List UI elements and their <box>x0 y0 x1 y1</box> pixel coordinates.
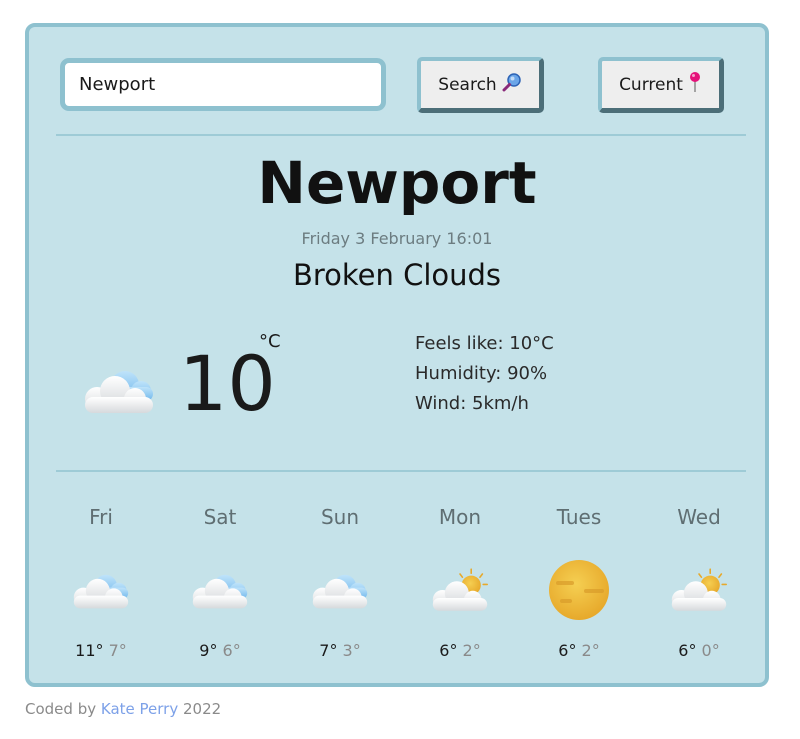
forecast-day-name: Mon <box>438 505 482 529</box>
forecast-max: 6° <box>678 641 697 660</box>
magnifying-glass-icon <box>502 72 522 97</box>
weather-details: Feels like: 10°C Humidity: 90% Wind: 5km… <box>415 329 554 419</box>
forecast-day-name: Wed <box>677 505 721 529</box>
forecast-temps: 7° 3° <box>280 641 400 660</box>
wind-speed: Wind: 5km/h <box>415 393 529 414</box>
weather-card: Search Current Newport Friday 3 February… <box>25 23 769 687</box>
forecast-temps: 6° 2° <box>519 641 639 660</box>
forecast-day-name: Sun <box>320 505 360 529</box>
broken-clouds-icon <box>41 555 161 625</box>
current-temperature: 10 <box>179 339 276 428</box>
forecast-day-name: Tues <box>556 505 602 529</box>
feels-like: Feels like: 10°C <box>415 333 554 354</box>
forecast-divider <box>56 470 746 472</box>
forecast-min: 3° <box>342 641 361 660</box>
forecast-max: 7° <box>319 641 338 660</box>
forecast-temps: 11° 7° <box>41 641 161 660</box>
forecast-max: 11° <box>75 641 104 660</box>
forecast-day: Sun 7° 3° <box>280 505 400 660</box>
city-search-input[interactable] <box>60 58 386 111</box>
broken-clouds-icon <box>160 555 280 625</box>
forecast-min: 2° <box>581 641 600 660</box>
current-location-button[interactable]: Current <box>598 57 724 113</box>
humidity: Humidity: 90% <box>415 363 548 384</box>
author-link[interactable]: Kate Perry <box>101 700 178 718</box>
footer: Coded by Kate Perry 2022 <box>25 700 221 718</box>
city-name: Newport <box>257 149 537 217</box>
forecast-temps: 6° 0° <box>639 641 759 660</box>
partly-sunny-icon <box>400 555 520 625</box>
search-button-label: Search <box>438 74 497 95</box>
forecast-temps: 9° 6° <box>160 641 280 660</box>
broken-clouds-icon <box>280 555 400 625</box>
forecast-max: 9° <box>199 641 218 660</box>
forecast-min: 0° <box>701 641 720 660</box>
forecast-day: Wed 6° 0° <box>639 505 759 660</box>
date-time: Friday 3 February 16:01 <box>301 229 493 248</box>
footer-year: 2022 <box>183 700 222 718</box>
forecast-min: 6° <box>222 641 241 660</box>
forecast-day: Fri 11° 7° <box>41 505 161 660</box>
weather-description: Broken Clouds <box>292 258 502 292</box>
top-divider <box>56 134 746 136</box>
forecast-max: 6° <box>558 641 577 660</box>
hazy-sun-icon <box>519 555 639 625</box>
forecast-max: 6° <box>439 641 458 660</box>
forecast-min: 7° <box>108 641 127 660</box>
current-button-label: Current <box>619 74 683 95</box>
search-button[interactable]: Search <box>417 57 544 113</box>
broken-clouds-icon <box>79 363 159 421</box>
forecast-min: 2° <box>462 641 481 660</box>
forecast-day: Mon 6° 2° <box>400 505 520 660</box>
forecast-day-name: Sat <box>203 505 237 529</box>
footer-prefix: Coded by <box>25 700 97 718</box>
temperature-unit: °C <box>259 331 281 352</box>
forecast-day: Tues 6° 2° <box>519 505 639 660</box>
pushpin-icon <box>688 71 702 98</box>
forecast-day-name: Fri <box>89 505 113 529</box>
forecast-day: Sat 9° 6° <box>160 505 280 660</box>
partly-sunny-icon <box>639 555 759 625</box>
forecast-temps: 6° 2° <box>400 641 520 660</box>
